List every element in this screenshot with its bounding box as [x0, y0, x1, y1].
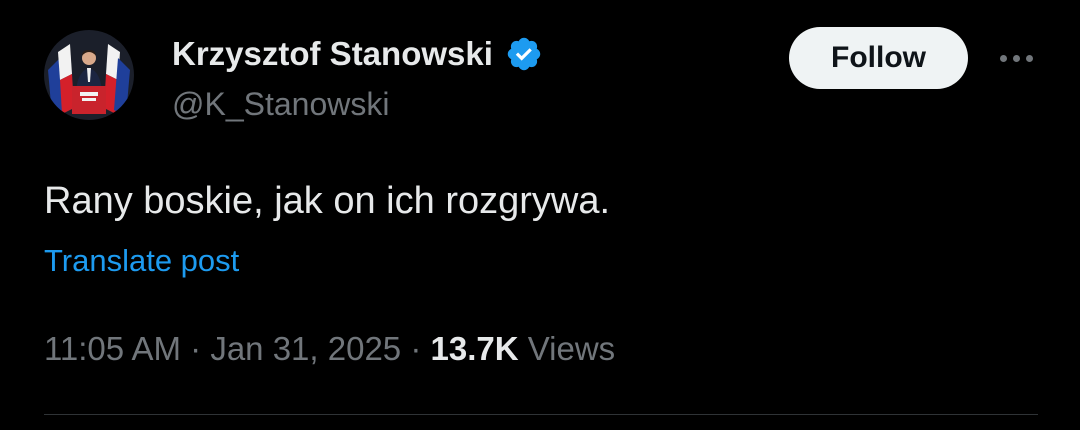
divider: [44, 414, 1038, 415]
more-dot: [1012, 54, 1020, 62]
views-label[interactable]: Views: [528, 330, 615, 367]
post-meta: 11:05 AM · Jan 31, 2025 · 13.7K Views: [44, 326, 615, 372]
avatar[interactable]: [44, 30, 134, 120]
more-dot: [999, 54, 1007, 62]
verified-badge-icon[interactable]: [505, 35, 543, 73]
author-display-name[interactable]: Krzysztof Stanowski: [172, 32, 493, 76]
meta-separator: ·: [190, 330, 202, 367]
more-dot: [1025, 54, 1033, 62]
translate-post-link[interactable]: Translate post: [44, 240, 239, 282]
avatar-image: [44, 30, 134, 120]
author-handle[interactable]: @K_Stanowski: [172, 82, 389, 126]
meta-separator: ·: [410, 330, 422, 367]
post-time[interactable]: 11:05 AM: [44, 330, 181, 367]
post-date[interactable]: Jan 31, 2025: [210, 330, 401, 367]
more-options-icon[interactable]: [992, 38, 1040, 78]
post-text: Rany boskie, jak on ich rozgrywa.: [44, 180, 611, 222]
follow-button[interactable]: Follow: [789, 27, 968, 89]
views-count[interactable]: 13.7K: [431, 330, 519, 367]
author-name-row: Krzysztof Stanowski: [172, 32, 543, 76]
